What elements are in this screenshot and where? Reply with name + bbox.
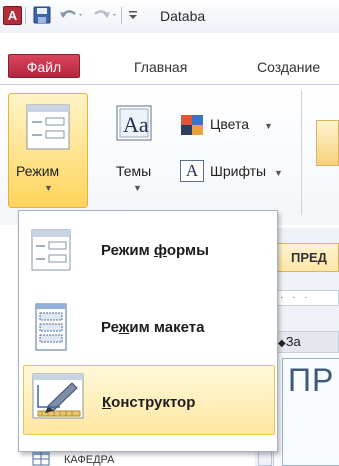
chevron-down-icon: ▼ [133,183,142,193]
chevron-down-icon: ▼ [274,168,283,178]
menu-item-form-view[interactable]: Режим формы [23,217,275,287]
section-label: За [285,334,301,349]
access-app-icon[interactable]: A [3,6,22,25]
tab-file[interactable]: Файл [8,54,80,78]
fonts-label[interactable]: Шрифты [210,163,266,179]
chevron-down-icon: ▼ [44,183,53,193]
nav-item-label: КАФЕДРА [64,454,115,466]
ribbon-partial-button[interactable] [316,120,339,166]
save-icon[interactable] [32,5,52,25]
menu-item-label: Конструктор [102,394,196,411]
form-title: ПР [288,362,335,398]
undo-icon[interactable] [58,5,84,25]
fonts-icon[interactable]: A [180,160,204,182]
colors-label[interactable]: Цвета [210,116,249,132]
menu-item-design-view[interactable]: Конструктор [23,365,275,435]
menu-item-label: Режим макета [101,319,205,336]
layout-view-icon [35,303,67,351]
ruler: · · · [273,290,339,306]
colors-icon[interactable] [180,114,206,136]
toolbar-separator [25,7,26,24]
table-icon [32,450,50,466]
form-header-section[interactable]: ◆За [273,331,339,353]
toolbar-separator [121,7,122,24]
window-title: Databa [160,8,206,24]
menu-item-label: Режим формы [101,242,209,259]
form-view-icon [26,104,70,150]
design-view-icon [32,373,84,419]
view-mode-label: Режим [16,163,60,179]
tab-home[interactable]: Главная [134,59,187,75]
customize-toolbar-icon[interactable] [126,5,140,25]
section-arrow-icon: ◆ [278,338,286,349]
menu-item-layout-view[interactable]: Режим макета [23,295,275,365]
themes-label: Темы [116,163,152,179]
view-mode-menu: Режим формы Режим макета Конструктор [18,210,278,452]
document-tab[interactable]: ПРЕД [270,243,339,272]
themes-glyph: Aa [123,112,149,137]
chevron-down-icon: ▼ [264,121,273,131]
ribbon-group-separator [301,90,302,215]
form-view-icon [31,229,71,271]
redo-icon[interactable] [92,5,118,25]
tab-create[interactable]: Создание [257,59,320,75]
